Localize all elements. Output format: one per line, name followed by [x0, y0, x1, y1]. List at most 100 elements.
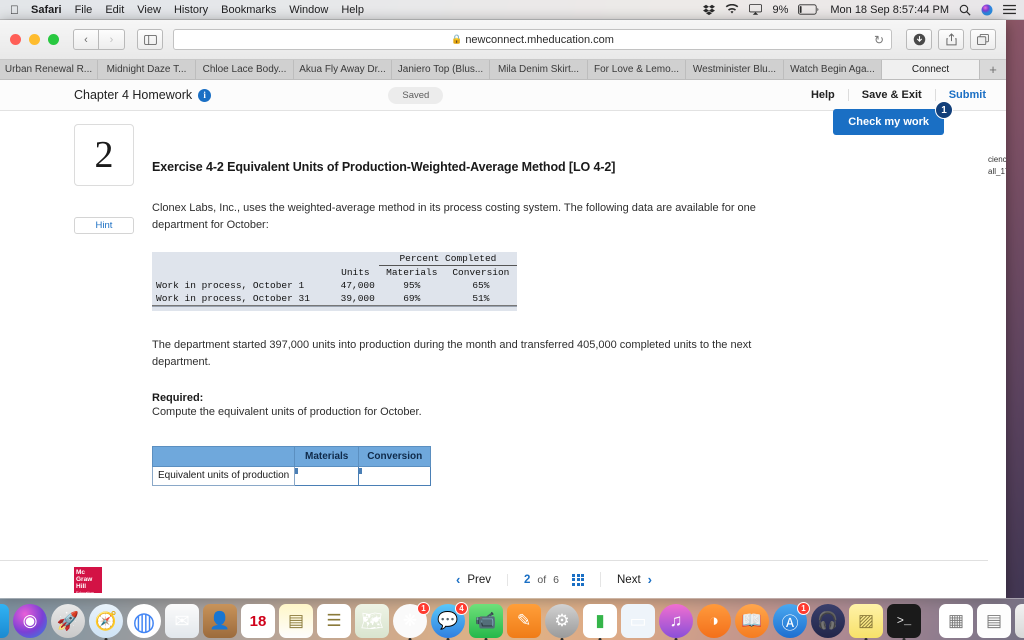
dock-item-ibooks[interactable]: 📖 — [735, 604, 769, 638]
dock-item-reminders[interactable]: ☰ — [317, 604, 351, 638]
menu-view[interactable]: View — [137, 4, 161, 16]
tab-akua-fly-away[interactable]: Akua Fly Away Dr... — [294, 60, 392, 79]
dock-item-maps[interactable]: 🗺 — [355, 604, 389, 638]
menu-file[interactable]: File — [75, 4, 93, 16]
conversion-answer-cell[interactable] — [358, 465, 432, 486]
tab-mila-denim-skirt[interactable]: Mila Denim Skirt... — [490, 60, 588, 79]
safari-icon: 🧭 — [89, 604, 123, 638]
tab-janiero-top[interactable]: Janiero Top (Blus... — [392, 60, 490, 79]
menu-edit[interactable]: Edit — [105, 4, 124, 16]
wifi-icon[interactable] — [725, 4, 739, 15]
zoom-window-button[interactable] — [48, 34, 59, 45]
units-header: Units — [341, 266, 370, 278]
required-text: Compute the equivalent units of producti… — [152, 406, 422, 418]
edge-text-line-1: cienc — [988, 155, 1006, 164]
apple-menu-icon[interactable]:  — [10, 4, 19, 16]
macos-dock: ☺◉🚀🧭◍✉👤18▤☰🗺❋1💬4📹✎⚙▮▭♫◑📖Ⓐ1🎧▨>_▦▤🗑 — [0, 598, 1024, 640]
given-data-table: Percent Completed Units Materials Conver… — [152, 252, 517, 306]
tab-midnight-daze[interactable]: Midnight Daze T... — [98, 60, 196, 79]
reload-icon[interactable]: ↻ — [874, 33, 884, 47]
tab-westminister-blu[interactable]: Westminister Blu... — [686, 60, 784, 79]
next-question-button[interactable]: Next › — [600, 572, 668, 587]
dock-item-terminal[interactable]: >_ — [887, 604, 921, 640]
back-button[interactable]: ‹ — [73, 29, 99, 50]
page-title: Chapter 4 Homework — [74, 88, 193, 102]
menu-help[interactable]: Help — [341, 4, 364, 16]
airplay-icon[interactable] — [749, 4, 763, 15]
materials-answer-input[interactable] — [298, 469, 359, 485]
dock-item-google-chrome[interactable]: ◍ — [127, 604, 161, 638]
tab-for-love-and-lemons[interactable]: For Love & Lemo... — [588, 60, 686, 79]
check-my-work-button[interactable]: Check my work — [833, 109, 944, 135]
dock-item-notes[interactable]: ▤ — [279, 604, 313, 638]
conversion-header: Conversion — [452, 267, 510, 278]
siri-icon[interactable] — [981, 4, 993, 16]
menu-safari[interactable]: Safari — [31, 4, 62, 16]
close-window-button[interactable] — [10, 34, 21, 45]
minimize-window-button[interactable] — [29, 34, 40, 45]
materials-answer-cell[interactable] — [294, 465, 360, 486]
dock-item-minimized-spreadsheet-window[interactable]: ▦ — [939, 604, 973, 638]
dock-item-messages[interactable]: 💬 4 — [431, 602, 468, 640]
battery-icon[interactable] — [798, 4, 820, 15]
dock-item-app-store[interactable]: Ⓐ 1 — [773, 602, 810, 638]
dock-item-siri[interactable]: ◉ — [13, 604, 47, 638]
grid-view-icon[interactable] — [572, 573, 584, 586]
sidebar-toggle-button[interactable] — [137, 29, 163, 50]
dropbox-icon[interactable] — [703, 4, 716, 16]
mcgraw-hill-education-logo: Mc Graw Hill Education — [74, 566, 102, 595]
dock-item-minimized-document-window[interactable]: ▤ — [977, 604, 1011, 638]
new-tab-button[interactable]: + — [980, 60, 1006, 79]
question-body-paragraph: The department started 397,000 units int… — [152, 339, 752, 368]
notification-center-icon[interactable] — [1003, 4, 1016, 15]
app-store-orange-icon: ◑ — [697, 604, 731, 638]
dock-item-finder[interactable]: ☺ — [0, 604, 9, 638]
dock-item-keynote[interactable]: ▭ — [621, 604, 655, 638]
info-icon[interactable]: i — [198, 88, 212, 102]
dock-item-safari[interactable]: 🧭 — [89, 604, 123, 640]
dock-item-app-store-orange[interactable]: ◑ — [697, 604, 731, 638]
hint-button[interactable]: Hint — [74, 217, 134, 234]
dock-item-contacts[interactable]: 👤 — [203, 604, 237, 638]
menu-history[interactable]: History — [174, 4, 208, 16]
tab-chloe-lace-body[interactable]: Chloe Lace Body... — [196, 60, 294, 79]
mail-icon: ✉ — [165, 604, 199, 638]
dock-item-numbers[interactable]: ▮ — [583, 604, 617, 640]
dock-item-facetime[interactable]: 📹 — [469, 604, 503, 640]
system-preferences-icon: ⚙ — [545, 604, 579, 638]
conversion-answer-input[interactable] — [362, 469, 423, 485]
dock-item-stickies[interactable]: ▨ — [849, 604, 883, 640]
share-button[interactable] — [938, 29, 964, 50]
submit-button[interactable]: Submit — [936, 89, 990, 101]
menu-bookmarks[interactable]: Bookmarks — [221, 4, 276, 16]
dock-item-audacity[interactable]: 🎧 — [811, 604, 845, 638]
dock-item-system-preferences[interactable]: ⚙ — [545, 604, 579, 640]
finder-icon: ☺ — [0, 604, 9, 638]
tab-overview-button[interactable] — [970, 29, 996, 50]
dock-item-launchpad[interactable]: 🚀 — [51, 604, 85, 638]
forward-button[interactable]: › — [99, 29, 125, 50]
dock-item-calendar[interactable]: 18 — [241, 604, 275, 638]
dock-item-trash[interactable]: 🗑 — [1015, 604, 1024, 638]
audacity-icon: 🎧 — [811, 604, 845, 638]
screen:  Safari File Edit View History Bookmark… — [0, 0, 1024, 640]
row-units-oct31: 39,000 — [331, 292, 379, 306]
prev-question-button[interactable]: ‹ Prev — [440, 572, 507, 587]
dock-item-itunes[interactable]: ♫ — [659, 604, 693, 640]
dock-item-pages[interactable]: ✎ — [507, 604, 541, 638]
maps-icon: 🗺 — [355, 604, 389, 638]
save-and-exit-button[interactable]: Save & Exit — [849, 89, 936, 101]
dock-item-mail[interactable]: ✉ — [165, 604, 199, 638]
answer-table: Materials Conversion Equivalent units of… — [151, 445, 432, 487]
spotlight-search-icon[interactable] — [959, 4, 971, 16]
help-button[interactable]: Help — [798, 89, 849, 101]
row-units-oct1: 47,000 — [340, 280, 375, 291]
menu-bar-clock[interactable]: Mon 18 Sep 8:57:44 PM — [830, 4, 949, 16]
tab-watch-begin-again[interactable]: Watch Begin Aga... — [784, 60, 882, 79]
downloads-button[interactable] — [906, 29, 932, 50]
tab-urban-renewal[interactable]: Urban Renewal R... — [0, 60, 98, 79]
dock-item-photos[interactable]: ❋ 1 — [393, 602, 430, 640]
menu-window[interactable]: Window — [289, 4, 328, 16]
tab-connect[interactable]: Connect — [882, 60, 980, 79]
address-bar[interactable]: 🔒 newconnect.mheducation.com ↻ — [173, 29, 892, 50]
